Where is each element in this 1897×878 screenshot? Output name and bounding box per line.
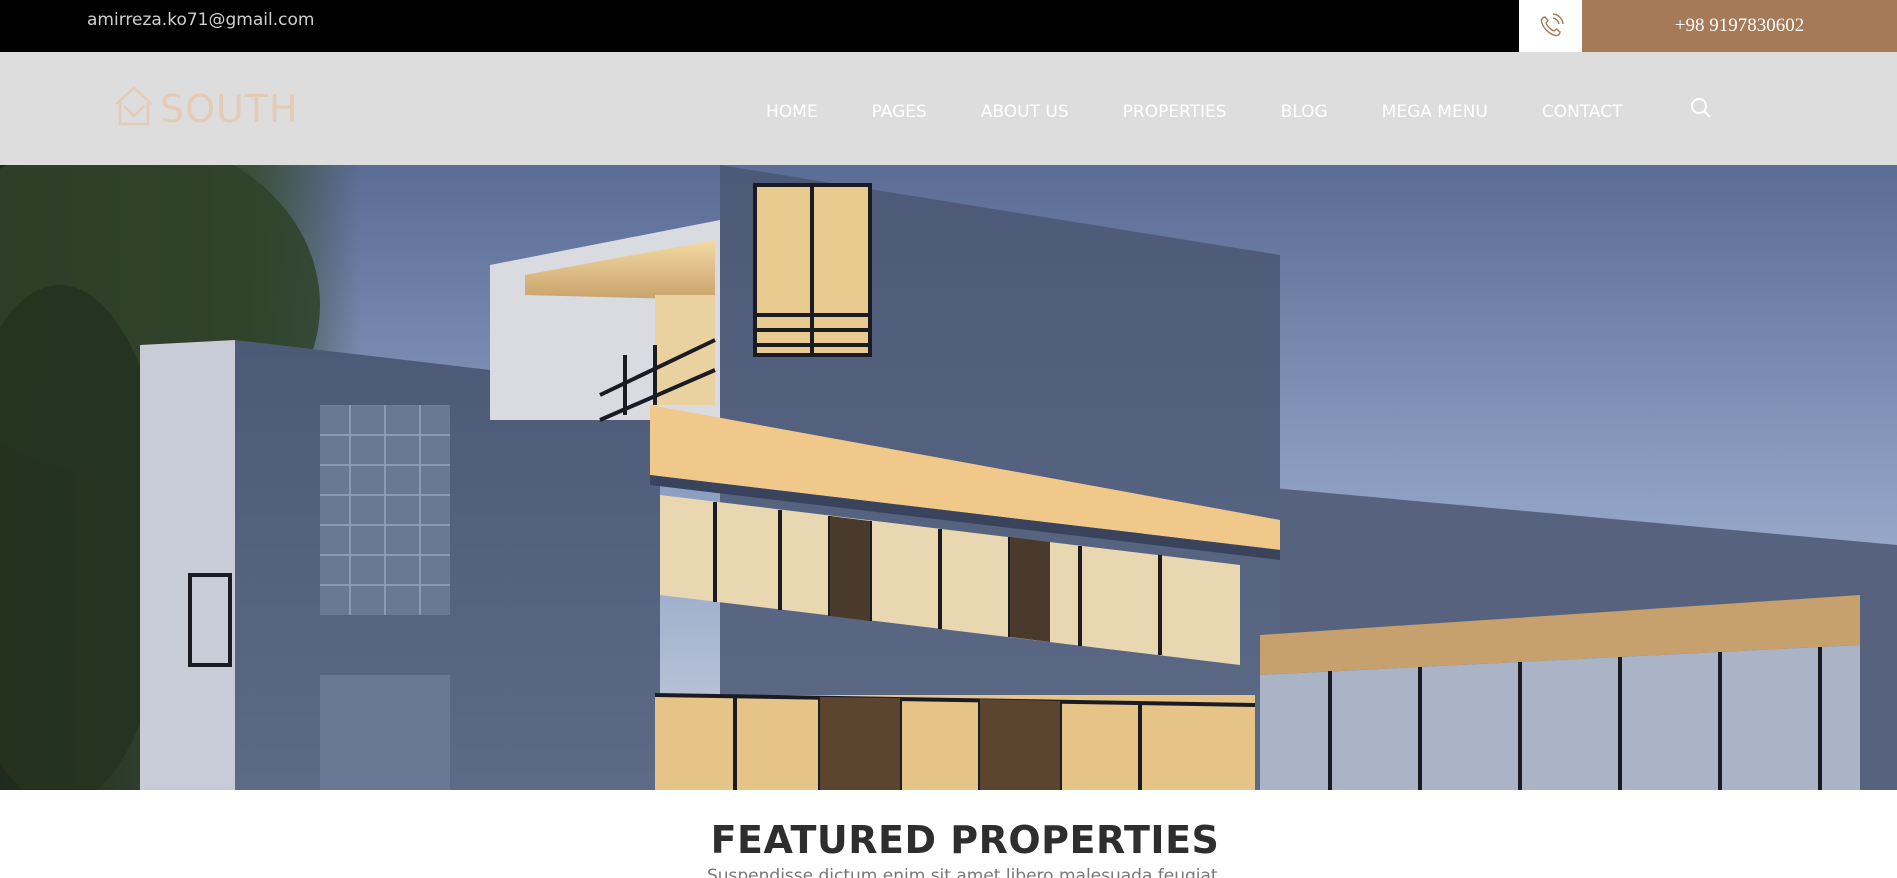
nav-mega-menu[interactable]: MEGA MENU	[1382, 102, 1488, 122]
house-icon	[115, 86, 153, 126]
top-bar: amirreza.ko71@gmail.com +98 9197830602	[0, 0, 1897, 52]
featured-subtitle: Suspendisse dictum enim sit amet libero …	[706, 866, 1224, 878]
contact-email[interactable]: amirreza.ko71@gmail.com	[87, 10, 314, 30]
nav-about-us[interactable]: ABOUT US	[981, 102, 1069, 122]
main-nav: HOME PAGES ABOUT US PROPERTIES BLOG MEGA…	[738, 102, 1649, 122]
nav-contact[interactable]: CONTACT	[1542, 102, 1623, 122]
site-logo[interactable]: SOUTH	[112, 84, 299, 128]
featured-title: FEATURED PROPERTIES	[710, 818, 1220, 862]
main-header: SOUTH HOME PAGES ABOUT US PROPERTIES BLO…	[0, 52, 1897, 165]
nav-blog[interactable]: BLOG	[1281, 102, 1328, 122]
phone-number[interactable]: +98 9197830602	[1582, 0, 1897, 52]
nav-pages[interactable]: PAGES	[872, 102, 927, 122]
hero-image	[0, 165, 1897, 790]
phone-icon	[1519, 0, 1582, 52]
logo-text: SOUTH	[160, 87, 299, 131]
nav-home[interactable]: HOME	[766, 102, 818, 122]
search-icon[interactable]	[1689, 96, 1713, 120]
nav-properties[interactable]: PROPERTIES	[1123, 102, 1227, 122]
